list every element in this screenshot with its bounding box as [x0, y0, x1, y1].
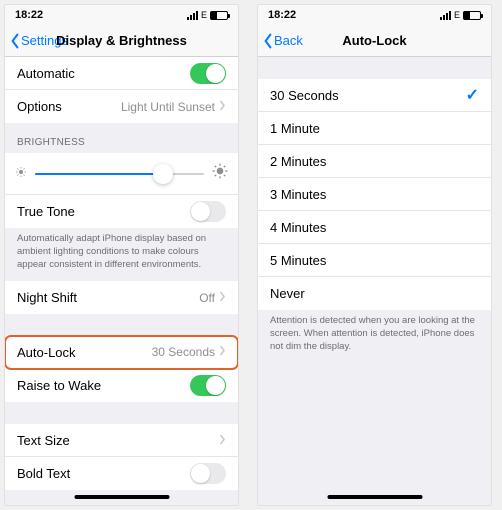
- signal-icon: [187, 11, 198, 20]
- carrier-label: E: [454, 10, 460, 20]
- options-label: Options: [17, 99, 62, 114]
- back-label: Back: [274, 33, 303, 48]
- nightshift-row[interactable]: Night Shift Off: [5, 281, 238, 314]
- raise-row[interactable]: Raise to Wake: [5, 369, 238, 402]
- autolock-options: 30 Seconds ✓ 1 Minute 2 Minutes 3 Minutes 4 M…: [258, 79, 491, 310]
- chevron-left-icon: [262, 33, 274, 49]
- home-indicator[interactable]: [74, 495, 169, 499]
- brightness-slider[interactable]: [35, 173, 204, 175]
- truetone-label: True Tone: [17, 204, 75, 219]
- sun-large-icon: [212, 163, 228, 184]
- brightness-slider-row[interactable]: [5, 153, 238, 195]
- autolock-value: 30 Seconds: [152, 345, 215, 359]
- home-indicator[interactable]: [327, 495, 422, 499]
- autolock-option[interactable]: 2 Minutes: [258, 145, 491, 178]
- option-label: Never: [270, 286, 305, 301]
- truetone-toggle[interactable]: [190, 201, 226, 222]
- automatic-row[interactable]: Automatic: [5, 57, 238, 90]
- textsize-label: Text Size: [17, 433, 70, 448]
- chevron-right-icon: [219, 433, 226, 448]
- bold-row[interactable]: Bold Text: [5, 457, 238, 490]
- nav-bar: Settings Display & Brightness: [5, 25, 238, 57]
- raise-toggle[interactable]: [190, 375, 226, 396]
- nightshift-value: Off: [199, 291, 215, 305]
- option-label: 30 Seconds: [270, 88, 339, 103]
- brightness-header: BRIGHTNESS: [5, 123, 238, 153]
- option-label: 2 Minutes: [270, 154, 326, 169]
- status-right: E: [440, 10, 481, 20]
- options-value: Light Until Sunset: [121, 100, 215, 114]
- textsize-row[interactable]: Text Size: [5, 424, 238, 457]
- sun-small-icon: [15, 165, 27, 183]
- chevron-right-icon: [219, 100, 226, 114]
- truetone-footer: Automatically adapt iPhone display based…: [5, 228, 238, 281]
- option-label: 1 Minute: [270, 121, 320, 136]
- bold-toggle[interactable]: [190, 463, 226, 484]
- autolock-option[interactable]: 1 Minute: [258, 112, 491, 145]
- battery-icon: [463, 11, 481, 20]
- chevron-left-icon: [9, 33, 21, 49]
- back-label: Settings: [21, 33, 68, 48]
- carrier-label: E: [201, 10, 207, 20]
- chevron-right-icon: [219, 345, 226, 359]
- screen-autolock: 18:22 E Back Auto-Lock 30 Seconds ✓ 1 Minu…: [257, 4, 492, 506]
- chevron-right-icon: [219, 291, 226, 305]
- option-label: 5 Minutes: [270, 253, 326, 268]
- option-label: 3 Minutes: [270, 187, 326, 202]
- status-bar: 18:22 E: [258, 5, 491, 25]
- battery-icon: [210, 11, 228, 20]
- autolock-option[interactable]: 5 Minutes: [258, 244, 491, 277]
- autolock-option[interactable]: 3 Minutes: [258, 178, 491, 211]
- status-bar: 18:22 E: [5, 5, 238, 25]
- autolock-option[interactable]: 4 Minutes: [258, 211, 491, 244]
- status-right: E: [187, 10, 228, 20]
- nav-bar: Back Auto-Lock: [258, 25, 491, 57]
- signal-icon: [440, 11, 451, 20]
- status-time: 18:22: [268, 9, 296, 21]
- automatic-label: Automatic: [17, 66, 75, 81]
- back-button[interactable]: Settings: [5, 33, 68, 49]
- nightshift-label: Night Shift: [17, 290, 77, 305]
- autolock-option[interactable]: 30 Seconds ✓: [258, 79, 491, 112]
- status-time: 18:22: [15, 9, 43, 21]
- check-icon: ✓: [466, 85, 479, 105]
- bold-label: Bold Text: [17, 466, 70, 481]
- back-button[interactable]: Back: [258, 33, 303, 49]
- automatic-toggle[interactable]: [190, 63, 226, 84]
- raise-label: Raise to Wake: [17, 378, 101, 393]
- autolock-row[interactable]: Auto-Lock 30 Seconds: [5, 336, 238, 369]
- truetone-row[interactable]: True Tone: [5, 195, 238, 228]
- autolock-option[interactable]: Never: [258, 277, 491, 310]
- option-label: 4 Minutes: [270, 220, 326, 235]
- autolock-label: Auto-Lock: [17, 345, 76, 360]
- autolock-footer: Attention is detected when you are looki…: [258, 310, 491, 363]
- options-row[interactable]: Options Light Until Sunset: [5, 90, 238, 123]
- screen-display-brightness: 18:22 E Settings Display & Brightness Au…: [4, 4, 239, 506]
